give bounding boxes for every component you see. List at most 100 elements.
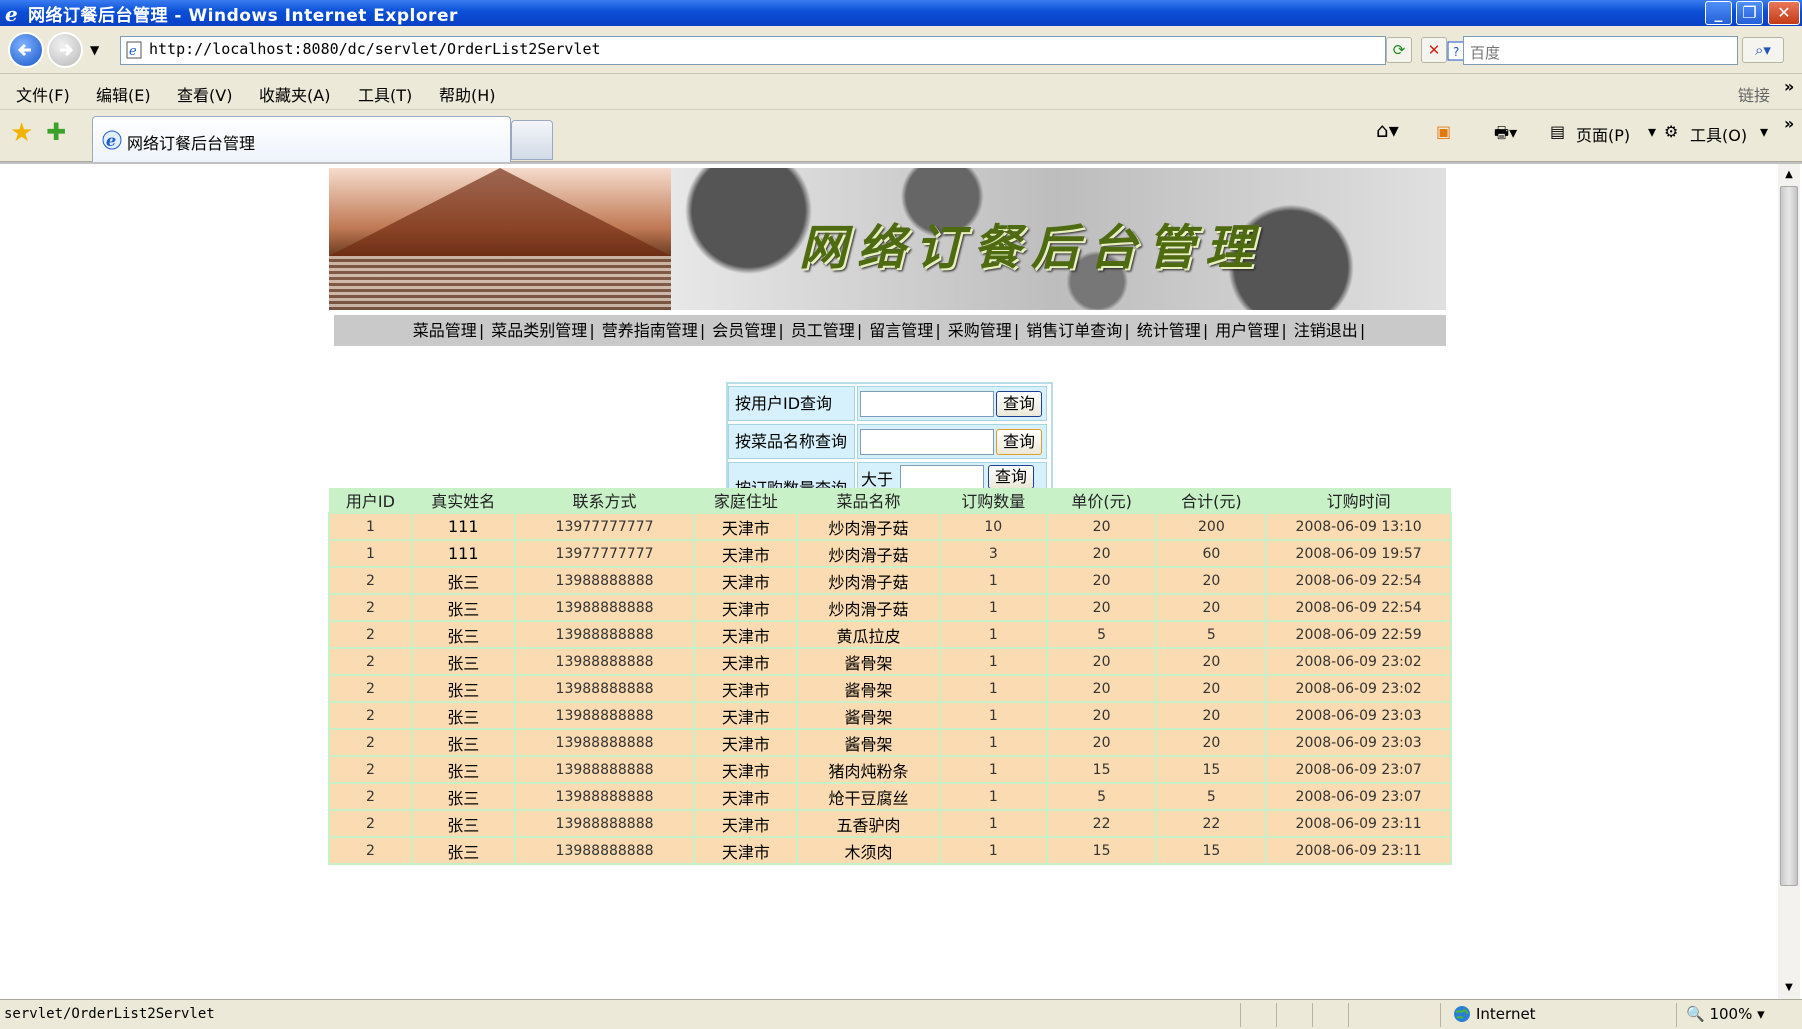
maximize-button[interactable]: ❐ xyxy=(1736,1,1763,25)
table-cell: 2008-06-09 13:10 xyxy=(1265,512,1452,541)
search-icon[interactable]: ⌕▾ xyxy=(1742,37,1784,63)
table-cell: 天津市 xyxy=(693,701,799,730)
scroll-down-icon[interactable]: ▼ xyxy=(1780,979,1798,997)
nav-sales-order-query[interactable]: 销售订单查询 xyxy=(1026,321,1122,340)
forward-button[interactable] xyxy=(47,32,83,68)
table-cell: 1 xyxy=(938,566,1048,595)
table-cell: 酱骨架 xyxy=(796,728,941,757)
minimize-button[interactable]: _ xyxy=(1705,1,1732,25)
print-icon[interactable]: 🖶▾ xyxy=(1494,122,1517,149)
table-cell: 天津市 xyxy=(693,809,799,838)
chevron-down-icon[interactable]: ▾ xyxy=(1648,122,1656,141)
banner-photo xyxy=(329,168,671,310)
table-cell: 13988888888 xyxy=(513,647,696,676)
table-cell: 张三 xyxy=(410,620,516,649)
table-row: 1 111 13977777777 天津市 炒肉滑子菇 3 20 60 2008-06-09 1… xyxy=(328,539,1452,568)
vertical-scrollbar[interactable]: ▲ ▼ xyxy=(1778,164,1800,999)
home-icon[interactable]: ⌂▾ xyxy=(1376,118,1399,142)
search-by-dish-label: 按菜品名称查询 xyxy=(728,424,855,459)
table-cell: 张三 xyxy=(410,701,516,730)
dish-name-input[interactable] xyxy=(860,429,994,455)
favorites-star-icon[interactable]: ★ xyxy=(10,118,33,148)
table-cell: 2 xyxy=(328,593,413,622)
menu-tools[interactable]: 工具(T) xyxy=(358,82,412,106)
table-cell: 2008-06-09 23:11 xyxy=(1265,809,1452,838)
tab-active[interactable]: e 网络订餐后台管理 xyxy=(92,116,511,162)
table-cell: 20 xyxy=(1045,647,1158,676)
history-dropdown-icon[interactable]: ▼ xyxy=(90,43,99,57)
table-row: 1 111 13977777777 天津市 炒肉滑子菇 10 20 200 2008-06-09… xyxy=(328,512,1452,541)
col-quantity: 订购数量 xyxy=(939,488,1047,513)
table-row: 2 张三 13988888888 天津市 炝干豆腐丝 1 5 5 2008-06-09 23:0… xyxy=(328,782,1452,811)
rss-feed-icon[interactable]: ▣ xyxy=(1436,122,1451,141)
arrow-left-icon xyxy=(17,43,31,57)
nav-staff-management[interactable]: 员工管理 xyxy=(791,321,855,340)
table-cell: 天津市 xyxy=(693,782,799,811)
search-dish-button[interactable]: 查询 xyxy=(996,429,1042,455)
search-by-dish-cell: 查询 xyxy=(857,424,1047,459)
scroll-thumb[interactable] xyxy=(1780,186,1798,886)
table-cell: 20 xyxy=(1045,539,1158,568)
table-cell: 酱骨架 xyxy=(796,674,941,703)
user-id-input[interactable] xyxy=(860,391,994,417)
table-cell: 15 xyxy=(1045,755,1158,784)
menu-view[interactable]: 查看(V) xyxy=(177,82,232,106)
stop-icon[interactable]: ✕ xyxy=(1421,37,1447,63)
nav-statistics[interactable]: 统计管理 xyxy=(1137,321,1201,340)
table-cell: 15 xyxy=(1155,755,1268,784)
table-cell: 20 xyxy=(1155,566,1268,595)
chevron-right-icon[interactable]: » xyxy=(1784,77,1794,96)
table-header-row: 用户ID 真实姓名 联系方式 家庭住址 菜品名称 订购数量 单价(元) 合计(元… xyxy=(329,488,1451,513)
menu-help[interactable]: 帮助(H) xyxy=(439,82,496,106)
chevron-right-icon[interactable]: » xyxy=(1784,114,1794,133)
menu-favorites[interactable]: 收藏夹(A) xyxy=(259,82,330,106)
nav-logout[interactable]: 注销退出 xyxy=(1294,321,1358,340)
table-cell: 2008-06-09 22:54 xyxy=(1265,566,1452,595)
nav-nutrition-guide[interactable]: 营养指南管理 xyxy=(602,321,698,340)
tab-label: 网络订餐后台管理 xyxy=(127,134,256,153)
table-cell: 天津市 xyxy=(693,674,799,703)
table-cell: 1 xyxy=(938,782,1048,811)
nav-dish-management[interactable]: 菜品管理 xyxy=(413,321,477,340)
tools-menu[interactable]: 工具(O) xyxy=(1690,122,1747,146)
table-cell: 天津市 xyxy=(693,539,799,568)
col-dish-name: 菜品名称 xyxy=(797,488,940,513)
menu-file[interactable]: 文件(F) xyxy=(16,82,70,106)
table-cell: 20 xyxy=(1045,728,1158,757)
status-bar: servlet/OrderList2Servlet Internet 🔍 100… xyxy=(0,999,1802,1029)
table-cell: 2 xyxy=(328,647,413,676)
scroll-up-icon[interactable]: ▲ xyxy=(1780,166,1798,184)
chevron-down-icon[interactable]: ▾ xyxy=(1760,122,1768,141)
nav-user-management[interactable]: 用户管理 xyxy=(1215,321,1279,340)
table-cell: 2 xyxy=(328,782,413,811)
table-cell: 5 xyxy=(1155,782,1268,811)
page-icon-small[interactable]: ▤ xyxy=(1550,122,1565,141)
nav-dish-category[interactable]: 菜品类别管理 xyxy=(491,321,587,340)
search-user-button[interactable]: 查询 xyxy=(996,391,1042,417)
address-field[interactable]: e http://localhost:8080/dc/servlet/Order… xyxy=(120,36,1480,65)
nav-purchase-management[interactable]: 采购管理 xyxy=(948,321,1012,340)
col-real-name: 真实姓名 xyxy=(411,488,515,513)
search-qty-min-button[interactable]: 查询 xyxy=(988,465,1034,489)
close-button[interactable]: ✕ xyxy=(1768,1,1800,25)
back-button[interactable] xyxy=(8,32,44,68)
address-url: http://localhost:8080/dc/servlet/OrderLi… xyxy=(149,40,601,58)
qty-min-input[interactable] xyxy=(900,465,984,489)
table-cell: 2 xyxy=(328,809,413,838)
new-tab-button[interactable] xyxy=(511,120,553,160)
menu-edit[interactable]: 编辑(E) xyxy=(96,82,151,106)
page-menu[interactable]: 页面(P) xyxy=(1576,122,1630,146)
nav-message-management[interactable]: 留言管理 xyxy=(869,321,933,340)
globe-icon xyxy=(1454,1006,1470,1022)
table-cell: 13988888888 xyxy=(513,782,696,811)
gear-icon[interactable]: ⚙ xyxy=(1664,122,1678,141)
zoom-level[interactable]: 🔍 100% ▾ xyxy=(1686,1005,1765,1023)
add-favorite-icon[interactable]: ✚ xyxy=(46,118,66,146)
nav-member-management[interactable]: 会员管理 xyxy=(712,321,776,340)
search-input[interactable]: 百度 xyxy=(1463,36,1738,65)
table-cell: 2 xyxy=(328,566,413,595)
refresh-icon[interactable]: ⟳ xyxy=(1386,37,1412,63)
table-cell: 1 xyxy=(328,539,413,568)
table-cell: 天津市 xyxy=(693,755,799,784)
links-label[interactable]: 链接 xyxy=(1738,82,1770,106)
